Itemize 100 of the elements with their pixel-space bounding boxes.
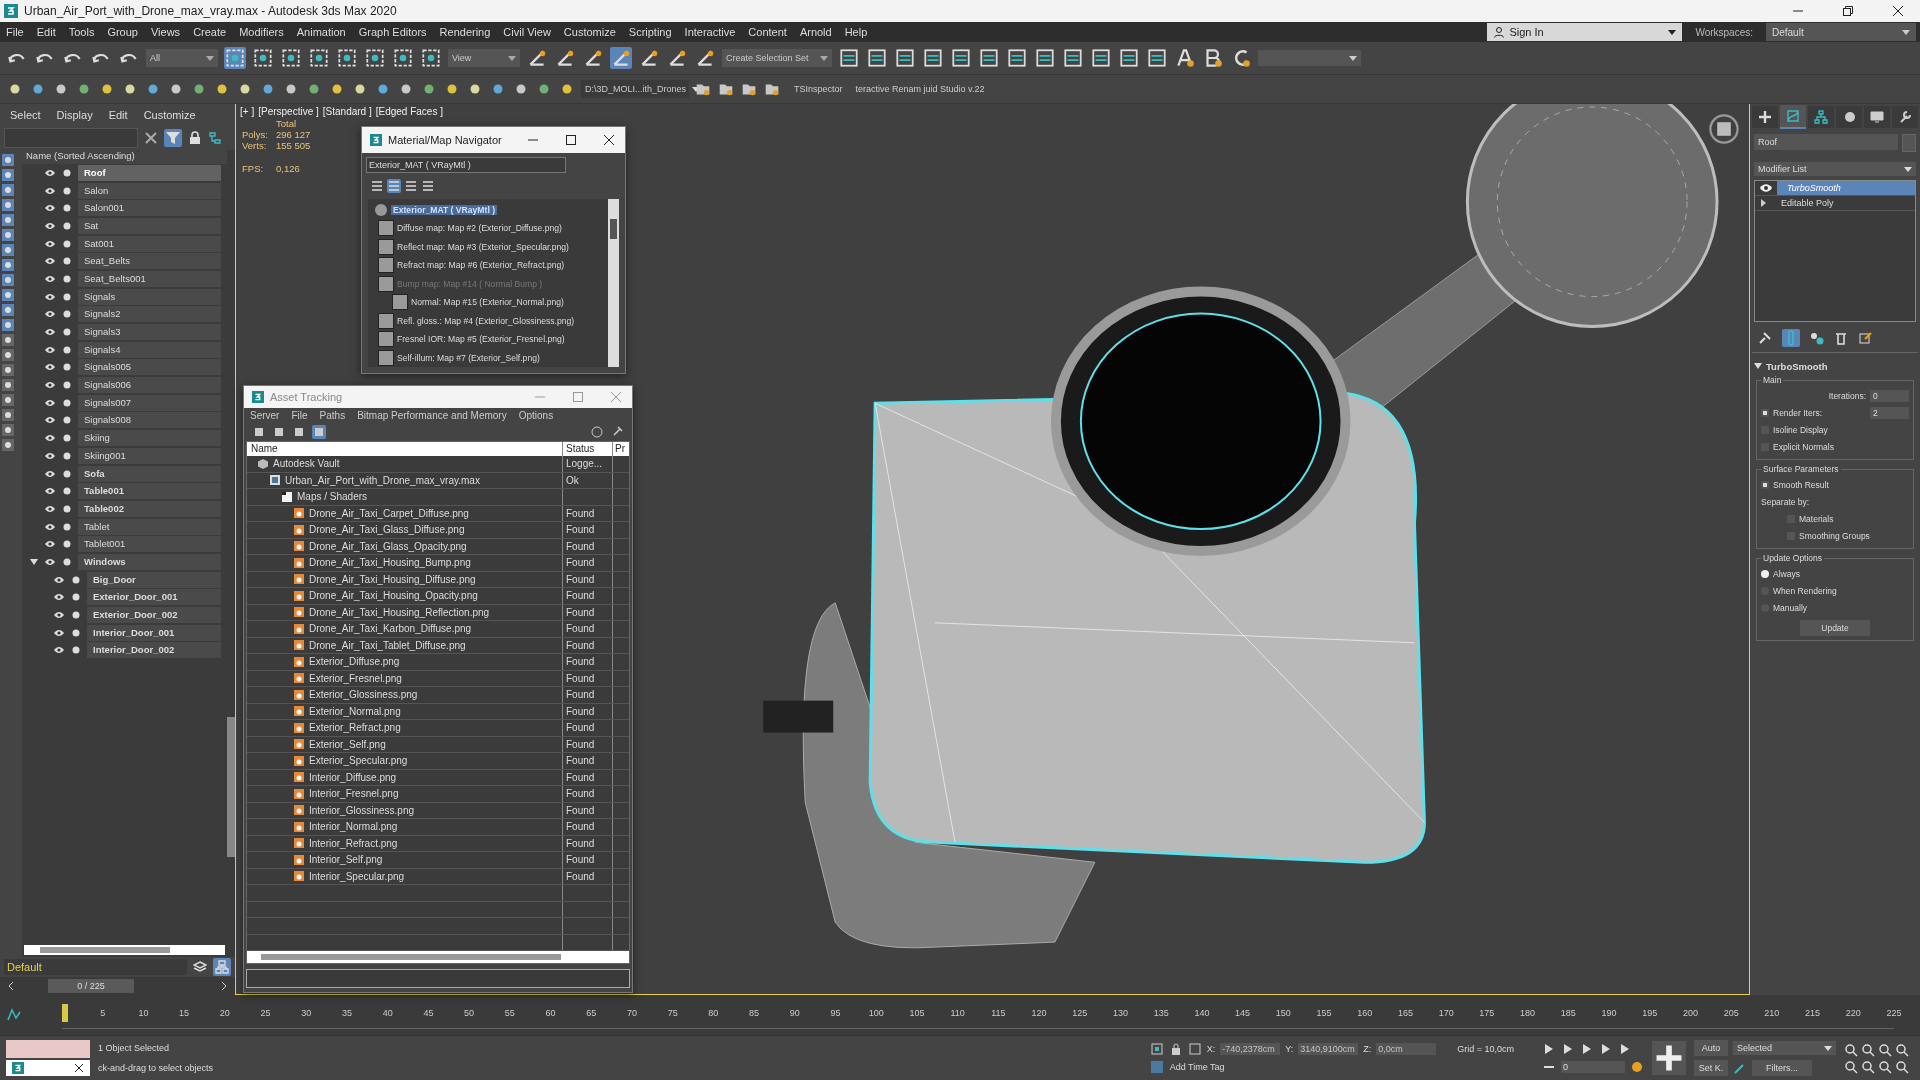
scrollbar-thumb[interactable]: [40, 947, 170, 953]
plugin-button[interactable]: TSInspector: [794, 84, 843, 94]
asset-name[interactable]: Drone_Air_Taxi_Housing_Reflection.png: [309, 606, 490, 618]
dot-icon[interactable]: [62, 309, 72, 320]
search-field[interactable]: [4, 128, 138, 148]
scene-object-item[interactable]: Windows: [78, 553, 221, 570]
radio-button[interactable]: [1761, 569, 1769, 578]
lock-icon[interactable]: [188, 131, 202, 145]
hierarchy-icon[interactable]: [208, 131, 222, 145]
viewport-label[interactable]: [Standard ]: [322, 106, 372, 117]
trash-icon[interactable]: [1834, 331, 1848, 345]
view-mode-icon[interactable]: [370, 178, 384, 193]
menu-item[interactable]: File: [6, 26, 24, 38]
viewport-navigation-icon[interactable]: [1878, 1059, 1892, 1074]
reference-coordinate-dropdown[interactable]: View: [448, 49, 520, 67]
modifier-stack-item[interactable]: Editable Poly: [1771, 196, 1915, 210]
close-icon[interactable]: [74, 1063, 84, 1073]
scene-object-item[interactable]: Seat_Belts001: [78, 270, 221, 287]
menu-item[interactable]: Arnold: [799, 26, 832, 38]
menu-item[interactable]: Options: [518, 410, 554, 422]
eye-icon[interactable]: [1759, 181, 1773, 195]
add-time-tag-button[interactable]: Add Time Tag: [1149, 1060, 1225, 1074]
filter-toggle-icon[interactable]: [2, 259, 14, 271]
filter-toggle-icon[interactable]: [2, 379, 14, 391]
scene-object-item[interactable]: Tablet: [78, 518, 221, 535]
coordinate-field[interactable]: -740,2378cm: [1220, 1043, 1281, 1055]
scene-object-item[interactable]: Skiing: [78, 430, 221, 447]
asset-name[interactable]: Urban_Air_Port_with_Drone_max_vray.max: [285, 474, 480, 486]
filter-toggle-icon[interactable]: [2, 154, 14, 166]
viewport-navigation-icon[interactable]: [1861, 1059, 1875, 1074]
filter-toggle-icon[interactable]: [2, 394, 14, 406]
map-item[interactable]: Fresnel IOR: Map #5 (Exterior_Fresnel.png): [397, 334, 565, 345]
menu-item[interactable]: Interactive: [684, 26, 736, 38]
asset-name[interactable]: Maps / Shaders: [297, 491, 368, 503]
restore-icon[interactable]: [1842, 5, 1854, 17]
path-field[interactable]: [246, 969, 630, 988]
filter-toggle-icon[interactable]: [2, 439, 14, 451]
set-key-icon[interactable]: [1652, 1041, 1686, 1075]
dot-icon[interactable]: [62, 503, 72, 514]
asset-name[interactable]: Drone_Air_Taxi_Housing_Diffuse.png: [309, 573, 476, 585]
filter-toggle-icon[interactable]: [2, 184, 14, 196]
menu-item[interactable]: Edit: [36, 26, 56, 38]
asset-name[interactable]: Interior_Fresnel.png: [309, 788, 399, 800]
close-icon[interactable]: [603, 133, 615, 146]
dot-icon[interactable]: [62, 203, 72, 214]
asset-name[interactable]: Autodesk Vault: [273, 458, 340, 470]
filters-button[interactable]: Filters...: [1752, 1060, 1812, 1076]
asset-name[interactable]: Exterior_Normal.png: [309, 705, 401, 717]
scene-object-item[interactable]: Exterior_Door_002: [87, 607, 221, 624]
menu-item[interactable]: Paths: [319, 410, 346, 422]
asset-name[interactable]: Interior_Self.png: [309, 854, 383, 866]
scene-object-item[interactable]: Salon001: [78, 200, 221, 217]
display-tab[interactable]: [1864, 106, 1890, 128]
scene-object-item[interactable]: Interior_Door_002: [87, 642, 221, 659]
dot-icon[interactable]: [62, 433, 72, 444]
isolate-icon[interactable]: [1149, 1042, 1164, 1056]
scene-object-item[interactable]: Roof: [78, 164, 221, 181]
dot-icon[interactable]: [62, 344, 72, 355]
dot-icon[interactable]: [62, 380, 72, 391]
dot-icon[interactable]: [62, 521, 72, 532]
asset-name[interactable]: Interior_Specular.png: [309, 870, 405, 882]
filter-toggle-icon[interactable]: [2, 364, 14, 376]
dot-icon[interactable]: [62, 556, 72, 567]
column-header[interactable]: Name (Sorted Ascending): [22, 150, 227, 164]
plugin-button[interactable]: teractive Renam juid Studio v.22: [855, 84, 985, 94]
menu-item[interactable]: Scripting: [628, 26, 672, 38]
render-iters-spinner[interactable]: 2: [1870, 406, 1909, 419]
dot-icon[interactable]: [71, 574, 81, 585]
key-filter-dropdown[interactable]: Selected: [1733, 1041, 1836, 1055]
layer-dropdown[interactable]: Default: [4, 959, 187, 975]
scene-object-item[interactable]: Signals3: [78, 324, 221, 341]
viewcube-icon[interactable]: [1707, 112, 1741, 146]
dot-icon[interactable]: [71, 627, 81, 638]
viewport-label[interactable]: [Perspective ]: [258, 106, 319, 117]
filter-toggle-icon[interactable]: [2, 424, 14, 436]
hierarchy-icon[interactable]: [213, 958, 231, 976]
menu-item[interactable]: Create: [193, 26, 227, 38]
dot-icon[interactable]: [62, 486, 72, 497]
dot-icon[interactable]: [62, 256, 72, 267]
scene-object-item[interactable]: Sat001: [78, 235, 221, 252]
hierarchy-tab[interactable]: [1808, 106, 1834, 128]
auto-key-button[interactable]: Auto: [1694, 1040, 1728, 1056]
filter-icon[interactable]: [164, 129, 182, 147]
dot-icon[interactable]: [62, 539, 72, 550]
viewport-navigation-icon[interactable]: [1844, 1042, 1858, 1057]
dot-icon[interactable]: [62, 220, 72, 231]
menu-item[interactable]: Tools: [68, 26, 95, 38]
maximize-icon[interactable]: [565, 133, 577, 146]
map-item[interactable]: Self-illum: Map #7 (Exterior_Self.png): [397, 352, 540, 363]
scrollbar-thumb[interactable]: [261, 954, 561, 960]
rollout-title[interactable]: TurboSmooth: [1766, 360, 1828, 372]
taskbar-preview[interactable]: [6, 1060, 90, 1076]
column-header[interactable]: Name: [247, 442, 563, 456]
asset-name[interactable]: Exterior_Fresnel.png: [309, 672, 402, 684]
asset-name[interactable]: Drone_Air_Taxi_Carpet_Diffuse.png: [309, 507, 469, 519]
scene-object-item[interactable]: Seat_Belts: [78, 253, 221, 270]
dot-icon[interactable]: [62, 397, 72, 408]
time-marker[interactable]: [62, 1003, 68, 1022]
asset-name[interactable]: Drone_Air_Taxi_Glass_Opacity.png: [309, 540, 467, 552]
explorer-menu-item[interactable]: Edit: [108, 109, 128, 121]
